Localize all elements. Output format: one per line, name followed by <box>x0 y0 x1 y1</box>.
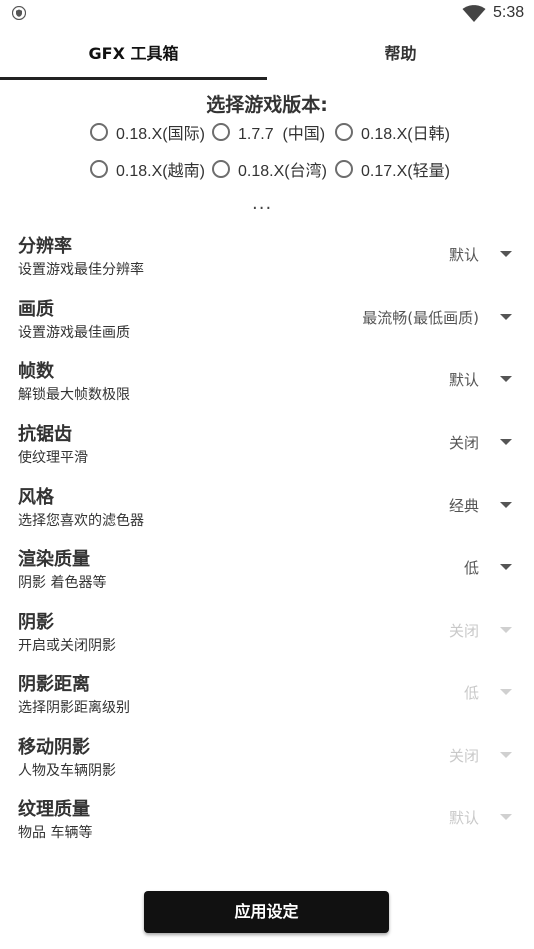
radio-circle-icon <box>212 123 230 141</box>
setting-shadow-distance[interactable]: 阴影距离 选择阴影距离级别 低 <box>0 670 534 732</box>
radio-version-japan-korea[interactable]: 0.18.X(日韩) <box>335 119 450 145</box>
setting-title: 画质 <box>18 299 54 320</box>
setting-subtitle: 设置游戏最佳分辨率 <box>18 262 144 278</box>
setting-subtitle: 选择您喜欢的滤色器 <box>18 513 144 529</box>
radio-label: 0.18.X(越南) <box>116 163 205 180</box>
radio-version-taiwan[interactable]: 0.18.X(台湾) <box>212 156 327 182</box>
dropdown-arrow-icon[interactable] <box>500 314 512 320</box>
shield-icon <box>12 6 26 20</box>
setting-subtitle: 阴影 着色器等 <box>18 575 107 591</box>
radio-label: 1.7.7 (中国) <box>238 126 326 143</box>
setting-title: 抗锯齿 <box>18 424 72 445</box>
setting-title: 阴影 <box>18 612 54 633</box>
apply-settings-button[interactable]: 应用设定 <box>144 891 389 933</box>
status-time: 5:38 <box>493 4 525 21</box>
setting-subtitle: 使纹理平滑 <box>18 450 88 466</box>
setting-value-dropdown[interactable]: 默认 <box>449 807 479 828</box>
dropdown-arrow-icon[interactable] <box>500 376 512 382</box>
radio-version-vietnam[interactable]: 0.18.X(越南) <box>90 156 205 182</box>
dropdown-arrow-icon[interactable] <box>500 814 512 820</box>
setting-value-dropdown[interactable]: 低 <box>464 557 479 578</box>
version-select-title: 选择游戏版本: <box>206 94 328 116</box>
setting-subtitle: 人物及车辆阴影 <box>18 763 116 779</box>
setting-title: 渲染质量 <box>18 549 90 570</box>
radio-version-china[interactable]: 1.7.7 (中国) <box>212 119 325 145</box>
tab-gfx-toolbox[interactable]: GFX 工具箱 <box>0 28 267 80</box>
radio-version-global[interactable]: 0.18.X(国际) <box>90 119 205 145</box>
dropdown-arrow-icon[interactable] <box>500 627 512 633</box>
radio-label: 0.18.X(台湾) <box>238 163 327 180</box>
tab-indicator <box>0 77 267 80</box>
setting-subtitle: 解锁最大帧数极限 <box>18 387 130 403</box>
radio-label: 0.17.X(轻量) <box>361 163 450 180</box>
setting-title: 移动阴影 <box>18 737 90 758</box>
radio-circle-icon <box>335 160 353 178</box>
dropdown-arrow-icon[interactable] <box>500 752 512 758</box>
radio-label: 0.18.X(日韩) <box>361 126 450 143</box>
radio-circle-icon <box>335 123 353 141</box>
radio-circle-icon <box>212 160 230 178</box>
setting-subtitle: 物品 车辆等 <box>18 825 93 841</box>
setting-subtitle: 选择阴影距离级别 <box>18 700 130 716</box>
setting-shadow[interactable]: 阴影 开启或关闭阴影 关闭 <box>0 608 534 670</box>
setting-value-dropdown[interactable]: 低 <box>464 682 479 703</box>
setting-anti-aliasing[interactable]: 抗锯齿 使纹理平滑 关闭 <box>0 420 534 482</box>
tab-bar: GFX 工具箱 帮助 <box>0 28 534 80</box>
dropdown-arrow-icon[interactable] <box>500 439 512 445</box>
setting-subtitle: 开启或关闭阴影 <box>18 638 116 654</box>
tab-help[interactable]: 帮助 <box>267 28 534 80</box>
setting-fps[interactable]: 帧数 解锁最大帧数极限 默认 <box>0 357 534 419</box>
setting-value-dropdown[interactable]: 关闭 <box>449 432 479 453</box>
setting-title: 纹理质量 <box>18 799 90 820</box>
dropdown-arrow-icon[interactable] <box>500 502 512 508</box>
dropdown-arrow-icon[interactable] <box>500 689 512 695</box>
setting-resolution[interactable]: 分辨率 设置游戏最佳分辨率 默认 <box>0 232 534 294</box>
radio-label: 0.18.X(国际) <box>116 126 205 143</box>
setting-value-dropdown[interactable]: 关闭 <box>449 745 479 766</box>
setting-style[interactable]: 风格 选择您喜欢的滤色器 经典 <box>0 483 534 545</box>
dropdown-arrow-icon[interactable] <box>500 251 512 257</box>
setting-title: 风格 <box>18 487 54 508</box>
setting-texture-quality[interactable]: 纹理质量 物品 车辆等 默认 <box>0 795 534 857</box>
setting-value-dropdown[interactable]: 默认 <box>449 369 479 390</box>
setting-title: 分辨率 <box>18 236 72 257</box>
more-options-icon[interactable]: ... <box>252 193 272 214</box>
setting-value-dropdown[interactable]: 经典 <box>449 495 479 516</box>
setting-graphics-quality[interactable]: 画质 设置游戏最佳画质 最流畅(最低画质) <box>0 295 534 357</box>
setting-render-quality[interactable]: 渲染质量 阴影 着色器等 低 <box>0 545 534 607</box>
setting-value-dropdown[interactable]: 最流畅(最低画质) <box>362 307 479 328</box>
setting-subtitle: 设置游戏最佳画质 <box>18 325 130 341</box>
radio-circle-icon <box>90 123 108 141</box>
setting-value-dropdown[interactable]: 关闭 <box>449 620 479 641</box>
setting-title: 阴影距离 <box>18 674 90 695</box>
setting-moving-shadow[interactable]: 移动阴影 人物及车辆阴影 关闭 <box>0 733 534 795</box>
radio-version-lite[interactable]: 0.17.X(轻量) <box>335 156 450 182</box>
status-bar: 5:38 <box>0 0 534 28</box>
setting-title: 帧数 <box>18 361 54 382</box>
radio-circle-icon <box>90 160 108 178</box>
wifi-icon <box>462 5 486 22</box>
dropdown-arrow-icon[interactable] <box>500 564 512 570</box>
setting-value-dropdown[interactable]: 默认 <box>449 244 479 265</box>
